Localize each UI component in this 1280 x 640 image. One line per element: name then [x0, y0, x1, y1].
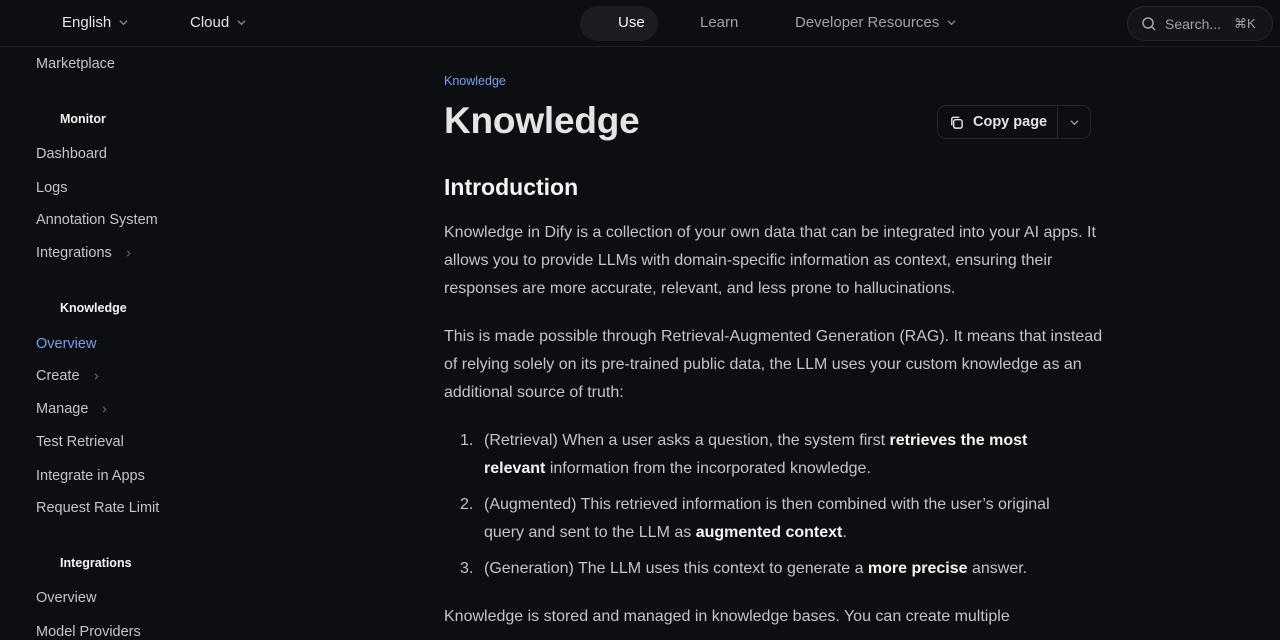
copy-page-label: Copy page — [973, 114, 1048, 130]
list-number: 3. — [460, 560, 474, 577]
sidebar-item-model-providers[interactable]: Model Providers — [36, 624, 141, 640]
list-number: 2. — [460, 496, 474, 513]
chevron-down-icon — [947, 18, 956, 27]
sidebar-item-create[interactable]: Create — [36, 368, 100, 384]
sidebar-item-marketplace[interactable]: Marketplace — [36, 56, 115, 72]
copy-page-menu-button[interactable] — [1058, 118, 1090, 127]
chevron-right-icon — [93, 373, 100, 380]
list-bold: more precise — [867, 560, 968, 577]
chevron-right-icon — [101, 406, 108, 413]
chevron-down-icon — [119, 18, 128, 27]
list-item: 3. (Generation) The LLM uses this contex… — [460, 555, 1080, 583]
sidebar-item-label: Manage — [36, 401, 89, 417]
rag-paragraph: This is made possible through Retrieval-… — [444, 328, 1103, 401]
sidebar-group-knowledge: Knowledge — [60, 301, 127, 315]
sidebar-item-overview[interactable]: Overview — [36, 336, 96, 352]
sidebar-item-dashboard[interactable]: Dashboard — [36, 146, 107, 162]
list-item: 2. (Augmented) This retrieved informatio… — [460, 491, 1080, 547]
storage-paragraph: Knowledge is stored and managed in knowl… — [444, 608, 1010, 625]
intro-paragraph: Knowledge in Dify is a collection of you… — [444, 224, 1096, 297]
breadcrumb[interactable]: Knowledge — [444, 74, 506, 88]
sidebar-item-annotation-system[interactable]: Annotation System — [36, 212, 158, 228]
list-text: (Generation) The LLM uses this context t… — [484, 560, 868, 577]
sidebar-item-integrate-in-apps[interactable]: Integrate in Apps — [36, 468, 145, 484]
sidebar-item-integrations[interactable]: Integrations — [36, 245, 132, 261]
chevron-down-icon — [237, 18, 246, 27]
list-item: 1. (Retrieval) When a user asks a questi… — [460, 427, 1080, 483]
edition-selector[interactable]: Cloud — [190, 14, 246, 31]
list-text: answer. — [967, 560, 1028, 577]
list-number: 1. — [460, 432, 474, 449]
copy-page-control: Copy page — [937, 105, 1091, 139]
list-text: . — [842, 524, 847, 541]
copy-page-button[interactable]: Copy page — [938, 106, 1058, 138]
tab-use[interactable]: Use — [580, 6, 658, 41]
sidebar-item-manage[interactable]: Manage — [36, 401, 108, 417]
search-placeholder: Search... — [1165, 15, 1222, 32]
sidebar-group-integrations: Integrations — [60, 556, 132, 570]
section-heading: Introduction — [444, 174, 579, 200]
tab-learn[interactable]: Learn — [700, 14, 738, 31]
copy-icon — [951, 116, 963, 129]
top-bar: English Cloud Use Learn Developer Resour… — [0, 0, 1280, 47]
sidebar-group-monitor: Monitor — [60, 112, 106, 126]
list-bold: augmented context — [695, 524, 843, 541]
search-input[interactable]: Search... ⌘K — [1127, 6, 1273, 41]
sidebar-item-logs[interactable]: Logs — [36, 180, 67, 196]
tab-use-label: Use — [618, 14, 645, 31]
tab-developer-resources-label: Developer Resources — [795, 14, 940, 31]
sidebar-item-label: Integrations — [36, 245, 112, 261]
language-label: English — [62, 14, 112, 31]
search-icon — [1142, 16, 1156, 31]
sidebar: Marketplace Monitor Dashboard Logs Annot… — [0, 48, 300, 640]
edition-label: Cloud — [190, 14, 230, 31]
tab-developer-resources[interactable]: Developer Resources — [795, 14, 956, 31]
list-text: information from the incorporated knowle… — [545, 460, 871, 477]
page-title: Knowledge — [444, 100, 640, 141]
sidebar-item-test-retrieval[interactable]: Test Retrieval — [36, 434, 124, 450]
chevron-right-icon — [125, 250, 132, 257]
list-text: (Retrieval) When a user asks a question,… — [484, 432, 890, 449]
sidebar-item-request-rate-limit[interactable]: Request Rate Limit — [36, 500, 159, 516]
chevron-down-icon — [1069, 118, 1079, 127]
search-shortcut: ⌘K — [1234, 15, 1256, 31]
language-selector[interactable]: English — [62, 14, 128, 31]
sidebar-item-label: Create — [36, 368, 80, 384]
sidebar-item-integrations-overview[interactable]: Overview — [36, 590, 96, 606]
